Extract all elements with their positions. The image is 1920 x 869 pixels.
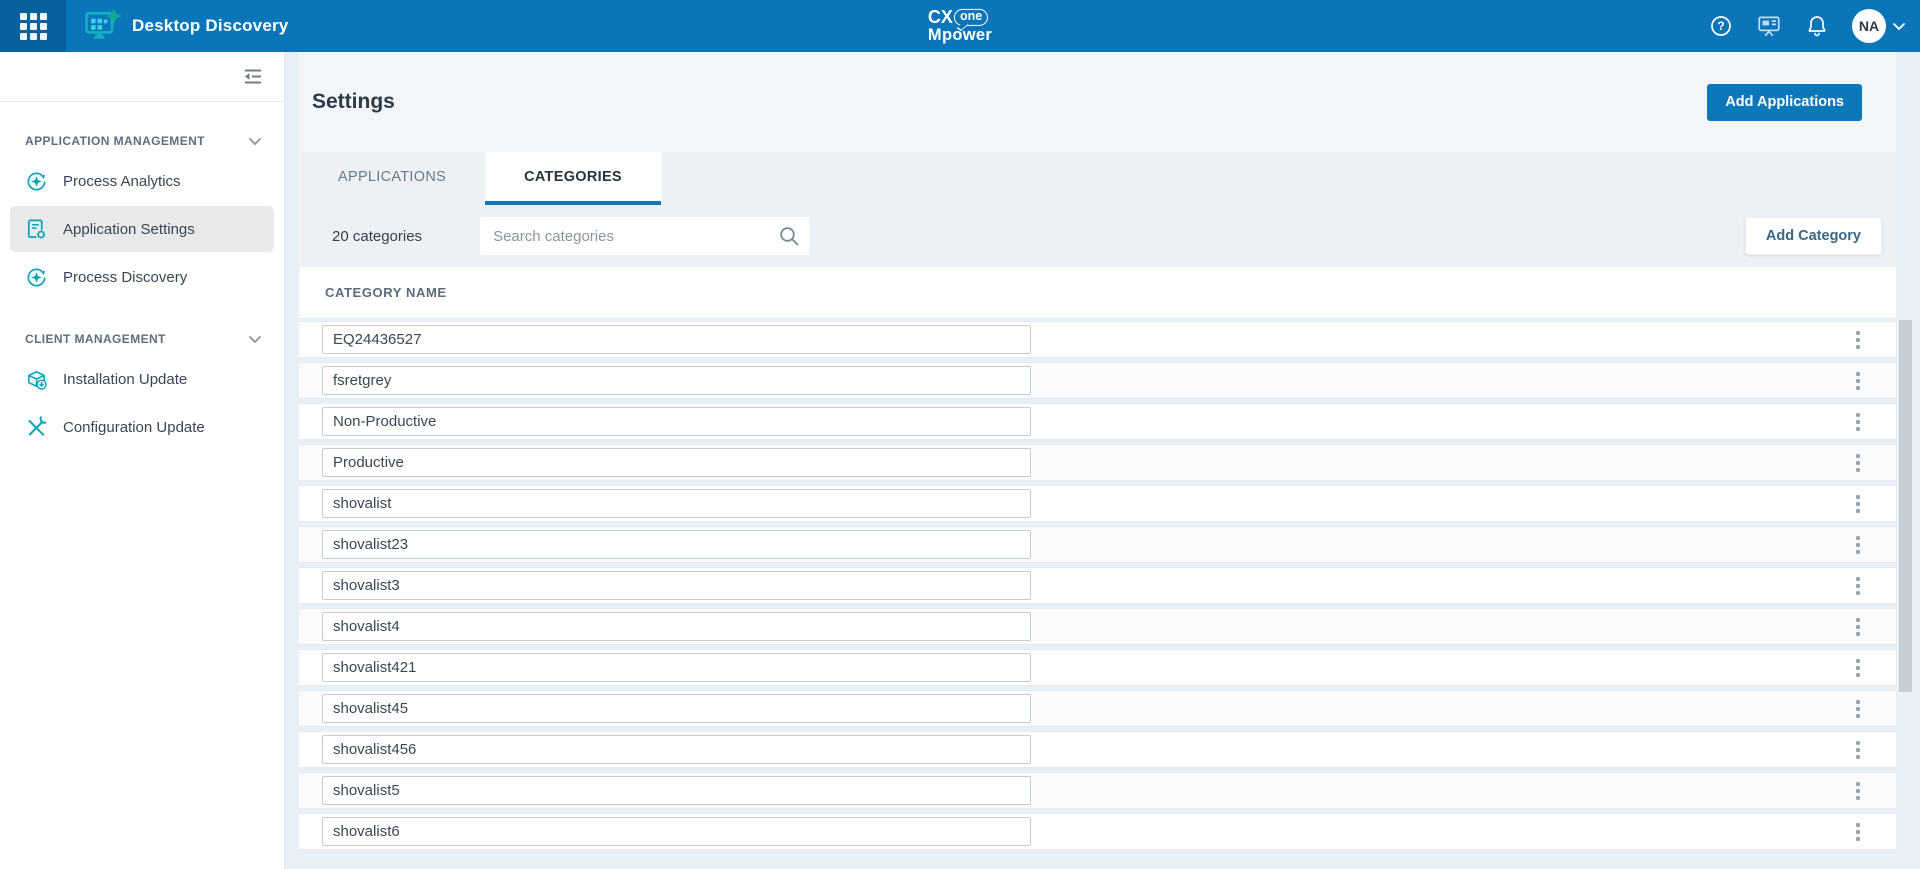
topbar-actions: ? NA <box>1708 9 1906 43</box>
categories-count: 20 categories <box>332 228 422 245</box>
table-row <box>299 690 1896 727</box>
chevron-down-icon <box>248 335 262 344</box>
tab-categories[interactable]: CATEGORIES <box>485 152 661 205</box>
tab-applications[interactable]: APPLICATIONS <box>299 152 485 205</box>
kebab-menu-icon[interactable] <box>1852 737 1864 763</box>
table-row <box>299 567 1896 604</box>
page-title: Settings <box>312 90 395 114</box>
application-settings-icon <box>25 218 48 241</box>
table-row <box>299 731 1896 768</box>
vertical-scrollbar-thumb[interactable] <box>1899 320 1912 692</box>
search-wrap <box>480 217 810 255</box>
sidebar-section-client-management[interactable]: CLIENT MANAGEMENT <box>0 332 284 346</box>
kebab-menu-icon[interactable] <box>1852 655 1864 681</box>
sidebar-item-configuration-update[interactable]: Configuration Update <box>10 404 274 450</box>
table-row <box>299 772 1896 809</box>
svg-text:?: ? <box>1717 19 1724 33</box>
sidebar-item-label: Process Analytics <box>63 173 181 190</box>
main-content: Settings Add Applications APPLICATIONS C… <box>285 52 1920 869</box>
category-name-input[interactable] <box>322 694 1031 723</box>
sidebar-item-process-analytics[interactable]: Process Analytics <box>10 158 274 204</box>
kebab-menu-icon[interactable] <box>1852 778 1864 804</box>
waffle-grid-icon <box>20 13 47 40</box>
table-row <box>299 362 1896 399</box>
category-name-input[interactable] <box>322 735 1031 764</box>
category-name-input[interactable] <box>322 407 1031 436</box>
category-name-input[interactable] <box>322 530 1031 559</box>
category-list <box>299 321 1896 850</box>
configuration-update-icon <box>25 416 48 439</box>
table-header-row: CATEGORY NAME <box>299 267 1896 319</box>
sidebar-item-label: Application Settings <box>63 221 195 238</box>
tab-bar: APPLICATIONS CATEGORIES <box>299 152 1896 205</box>
sidebar-item-application-settings[interactable]: Application Settings <box>10 206 274 252</box>
app-title: Desktop Discovery <box>132 16 288 36</box>
help-icon[interactable]: ? <box>1708 13 1734 39</box>
sidebar: APPLICATION MANAGEMENT Process Analytics… <box>0 52 285 869</box>
top-bar: Desktop Discovery CX one Mpower ? <box>0 0 1920 52</box>
avatar[interactable]: NA <box>1852 9 1886 43</box>
table-row <box>299 649 1896 686</box>
sidebar-item-label: Installation Update <box>63 371 187 388</box>
table-row <box>299 813 1896 850</box>
table-row <box>299 403 1896 440</box>
app-launcher-button[interactable] <box>0 0 66 52</box>
sidebar-item-label: Process Discovery <box>63 269 187 286</box>
installation-update-icon <box>25 368 48 391</box>
add-applications-button[interactable]: Add Applications <box>1707 84 1862 121</box>
chevron-down-icon <box>248 137 262 146</box>
section-label: CLIENT MANAGEMENT <box>25 332 166 346</box>
table-row <box>299 444 1896 481</box>
add-category-button[interactable]: Add Category <box>1745 217 1882 255</box>
section-label: APPLICATION MANAGEMENT <box>25 134 205 148</box>
category-name-column-header: CATEGORY NAME <box>325 285 447 300</box>
sidebar-header <box>0 52 284 102</box>
kebab-menu-icon[interactable] <box>1852 819 1864 845</box>
presentation-icon[interactable] <box>1756 13 1782 39</box>
sidebar-section-application-management[interactable]: APPLICATION MANAGEMENT <box>0 134 284 148</box>
cxone-mpower-logo: CX one Mpower <box>928 8 992 44</box>
sidebar-item-installation-update[interactable]: Installation Update <box>10 356 274 402</box>
process-analytics-icon <box>25 170 48 193</box>
category-name-input[interactable] <box>322 325 1031 354</box>
kebab-menu-icon[interactable] <box>1852 532 1864 558</box>
search-icon[interactable] <box>778 225 800 252</box>
desktop-discovery-app-icon <box>82 6 122 46</box>
kebab-menu-icon[interactable] <box>1852 409 1864 435</box>
category-name-input[interactable] <box>322 776 1031 805</box>
user-menu[interactable]: NA <box>1852 9 1906 43</box>
logo-one-bubble: one <box>954 9 988 25</box>
table-row <box>299 608 1896 645</box>
kebab-menu-icon[interactable] <box>1852 450 1864 476</box>
table-row <box>299 485 1896 522</box>
search-categories-input[interactable] <box>480 217 810 255</box>
category-name-input[interactable] <box>322 366 1031 395</box>
table-row <box>299 526 1896 563</box>
category-name-input[interactable] <box>322 489 1031 518</box>
sidebar-collapse-icon[interactable] <box>242 68 264 85</box>
process-discovery-icon <box>25 266 48 289</box>
page-header: Settings Add Applications <box>299 52 1896 152</box>
kebab-menu-icon[interactable] <box>1852 573 1864 599</box>
tabs-and-toolbar: APPLICATIONS CATEGORIES 20 categories Ad… <box>299 152 1896 267</box>
sidebar-item-process-discovery[interactable]: Process Discovery <box>10 254 274 300</box>
category-name-input[interactable] <box>322 612 1031 641</box>
category-name-input[interactable] <box>322 817 1031 846</box>
category-name-input[interactable] <box>322 571 1031 600</box>
table-row <box>299 321 1896 358</box>
kebab-menu-icon[interactable] <box>1852 368 1864 394</box>
kebab-menu-icon[interactable] <box>1852 491 1864 517</box>
notifications-bell-icon[interactable] <box>1804 13 1830 39</box>
app-identity: Desktop Discovery <box>82 6 288 46</box>
kebab-menu-icon[interactable] <box>1852 327 1864 353</box>
category-name-input[interactable] <box>322 448 1031 477</box>
kebab-menu-icon[interactable] <box>1852 696 1864 722</box>
categories-toolbar: 20 categories Add Category <box>299 205 1896 267</box>
logo-cx: CX <box>928 8 953 27</box>
sidebar-item-label: Configuration Update <box>63 419 205 436</box>
category-name-input[interactable] <box>322 653 1031 682</box>
kebab-menu-icon[interactable] <box>1852 614 1864 640</box>
chevron-down-icon <box>1892 22 1906 31</box>
